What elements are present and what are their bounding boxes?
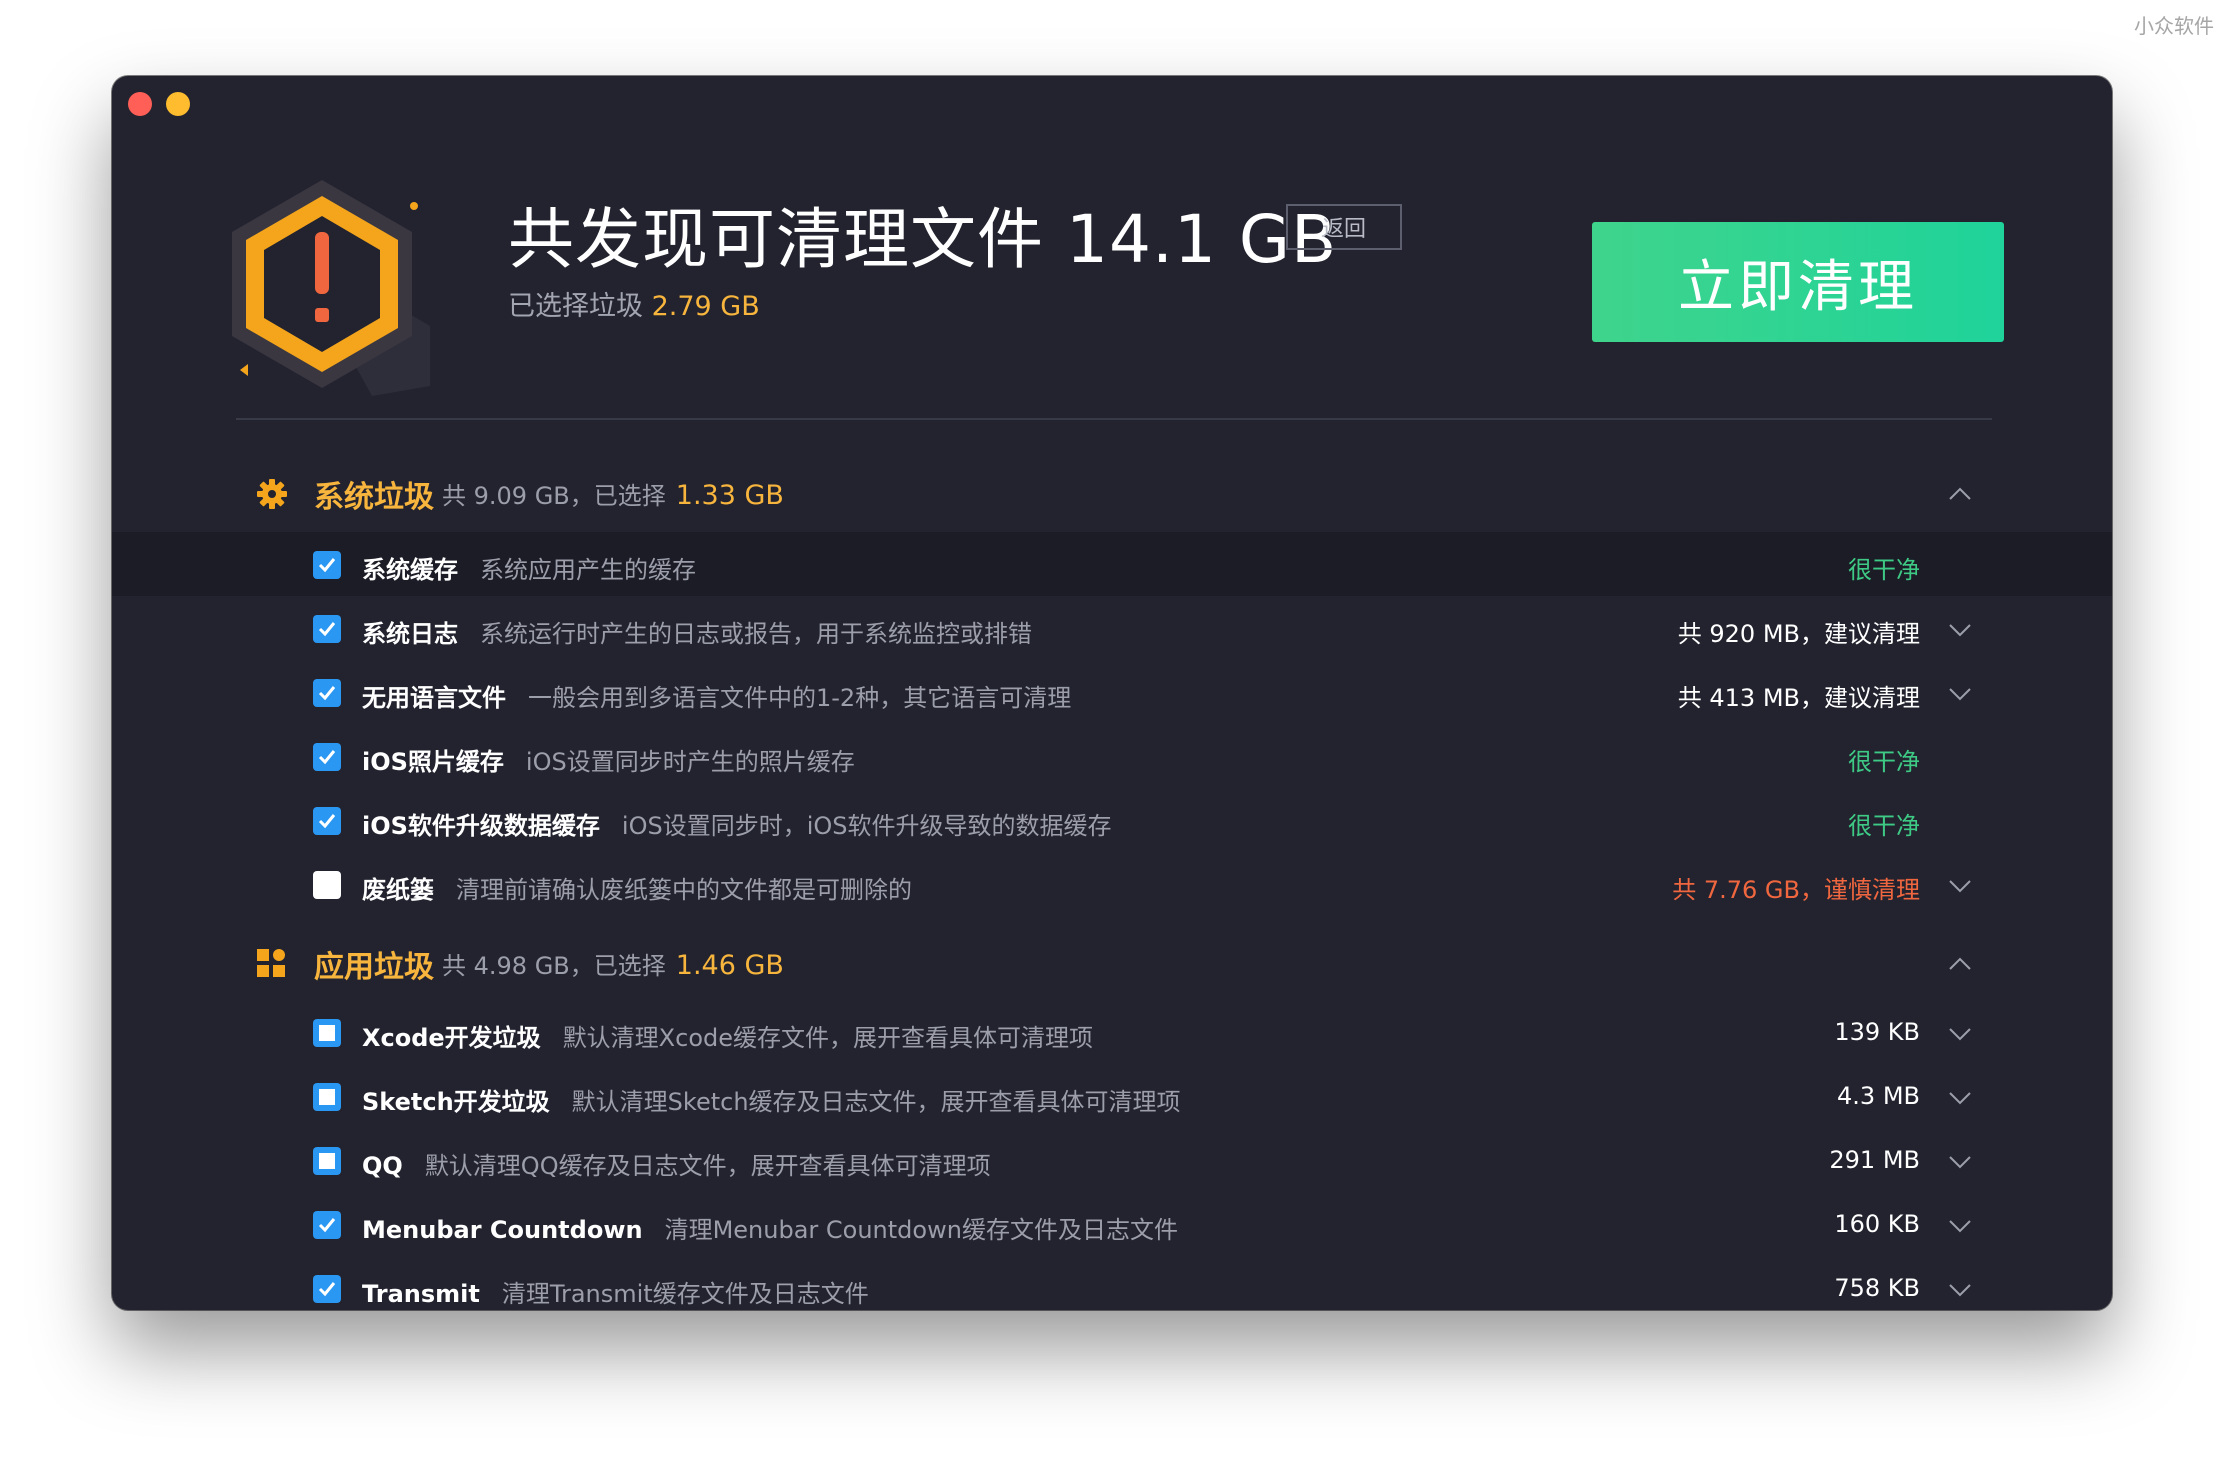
checkbox[interactable] — [313, 743, 341, 771]
section-total: 共 4.98 GB，已选择 — [442, 952, 666, 980]
item-name: iOS照片缓存 — [362, 748, 504, 776]
list-item[interactable]: iOS照片缓存 iOS设置同步时产生的照片缓存 很干净 — [112, 724, 2112, 788]
section-title: 系统垃圾 — [314, 480, 434, 515]
checkbox[interactable] — [313, 1083, 341, 1111]
item-status: 共 413 MB，建议清理 — [1677, 684, 1920, 712]
selected-summary: 已选择垃圾 2.79 GB — [508, 284, 760, 323]
item-size: 139 KB — [1834, 1018, 1920, 1046]
chevron-down-icon[interactable] — [1948, 874, 1972, 898]
checkbox[interactable] — [313, 1019, 341, 1047]
item-name: Xcode开发垃圾 — [362, 1024, 541, 1052]
minimize-window-button[interactable] — [166, 92, 190, 116]
item-description: 清理前请确认废纸篓中的文件都是可删除的 — [456, 876, 912, 904]
list-item[interactable]: 系统日志 系统运行时产生的日志或报告，用于系统监控或排错 共 920 MB，建议清… — [112, 596, 2112, 660]
checkbox[interactable] — [313, 1147, 341, 1175]
item-description: 默认清理Sketch缓存及日志文件，展开查看具体可清理项 — [571, 1088, 1181, 1116]
chevron-down-icon[interactable] — [1948, 1022, 1972, 1046]
item-name: 无用语言文件 — [362, 684, 506, 712]
section-selected-size: 1.46 GB — [675, 950, 784, 981]
selected-summary-value: 2.79 GB — [651, 291, 760, 322]
selected-summary-label: 已选择垃圾 — [508, 291, 643, 322]
list-item[interactable]: Sketch开发垃圾 默认清理Sketch缓存及日志文件，展开查看具体可清理项 4… — [112, 1064, 2112, 1128]
checkbox[interactable] — [313, 1275, 341, 1303]
item-name: 系统日志 — [362, 620, 458, 648]
list-item[interactable]: Xcode开发垃圾 默认清理Xcode缓存文件，展开查看具体可清理项 139 KB — [112, 1000, 2112, 1064]
list-item[interactable]: 系统缓存 系统应用产生的缓存 很干净 — [112, 532, 2112, 596]
item-description: 一般会用到多语言文件中的1-2种，其它语言可清理 — [528, 684, 1072, 712]
watermark: 小众软件 — [2134, 14, 2214, 38]
checkbox[interactable] — [313, 871, 341, 899]
chevron-down-icon[interactable] — [1948, 682, 1972, 706]
list-item[interactable]: 废纸篓 清理前请确认废纸篓中的文件都是可删除的 共 7.76 GB，谨慎清理 — [112, 852, 2112, 916]
item-description: iOS设置同步时，iOS软件升级导致的数据缓存 — [621, 812, 1112, 840]
item-description: 清理Menubar Countdown缓存文件及日志文件 — [664, 1216, 1178, 1244]
chevron-up-icon[interactable] — [1948, 952, 1972, 976]
chevron-down-icon[interactable] — [1948, 1086, 1972, 1110]
checkbox[interactable] — [313, 615, 341, 643]
item-name: Menubar Countdown — [362, 1216, 643, 1244]
checkbox[interactable] — [313, 679, 341, 707]
clean-now-button[interactable]: 立即清理 — [1592, 222, 2004, 342]
item-name: QQ — [362, 1152, 403, 1180]
page-title: 共发现可清理文件 14.1 GB — [508, 201, 1338, 278]
item-description: 系统运行时产生的日志或报告，用于系统监控或排错 — [480, 620, 1032, 648]
checkbox[interactable] — [313, 1211, 341, 1239]
section-selected-size: 1.33 GB — [675, 480, 784, 511]
checkbox[interactable] — [313, 551, 341, 579]
chevron-down-icon[interactable] — [1948, 618, 1972, 642]
item-size: 4.3 MB — [1837, 1082, 1920, 1110]
item-size: 758 KB — [1834, 1274, 1920, 1302]
section-header-system-junk[interactable]: 系统垃圾 共 9.09 GB，已选择 1.33 GB — [112, 456, 2112, 526]
item-name: Sketch开发垃圾 — [362, 1088, 550, 1116]
section-summary: 共 4.98 GB，已选择 1.46 GB — [442, 946, 784, 981]
item-description: iOS设置同步时产生的照片缓存 — [525, 748, 855, 776]
back-button[interactable]: 返回 — [1286, 204, 1402, 250]
header-divider — [236, 418, 1992, 420]
window-controls — [128, 92, 190, 116]
item-name: Transmit — [362, 1280, 480, 1308]
item-status: 很干净 — [1848, 748, 1920, 776]
section-summary: 共 9.09 GB，已选择 1.33 GB — [442, 476, 784, 511]
item-status: 很干净 — [1848, 812, 1920, 840]
list-item[interactable]: QQ 默认清理QQ缓存及日志文件，展开查看具体可清理项 291 MB — [112, 1128, 2112, 1192]
item-name: 系统缓存 — [362, 556, 458, 584]
chevron-down-icon[interactable] — [1948, 1214, 1972, 1238]
list-item[interactable]: Transmit 清理Transmit缓存文件及日志文件 758 KB — [112, 1256, 2112, 1310]
section-header-app-junk[interactable]: 应用垃圾 共 4.98 GB，已选择 1.46 GB — [112, 926, 2112, 996]
item-status: 共 7.76 GB，谨慎清理 — [1672, 876, 1920, 904]
item-description: 默认清理QQ缓存及日志文件，展开查看具体可清理项 — [424, 1152, 991, 1180]
list-item[interactable]: 无用语言文件 一般会用到多语言文件中的1-2种，其它语言可清理 共 413 MB，… — [112, 660, 2112, 724]
chevron-up-icon[interactable] — [1948, 482, 1972, 506]
checkbox[interactable] — [313, 807, 341, 835]
list-item[interactable]: Menubar Countdown 清理Menubar Countdown缓存文件… — [112, 1192, 2112, 1256]
item-description: 系统应用产生的缓存 — [480, 556, 696, 584]
apps-grid-icon — [256, 948, 288, 980]
app-window: 共发现可清理文件 14.1 GB 返回 已选择垃圾 2.79 GB 立即清理 系… — [112, 76, 2112, 1310]
chevron-down-icon[interactable] — [1948, 1278, 1972, 1302]
item-status: 很干净 — [1848, 556, 1920, 584]
item-description: 默认清理Xcode缓存文件，展开查看具体可清理项 — [562, 1024, 1094, 1052]
item-size: 160 KB — [1834, 1210, 1920, 1238]
item-name: iOS软件升级数据缓存 — [362, 812, 600, 840]
list-item[interactable]: iOS软件升级数据缓存 iOS设置同步时，iOS软件升级导致的数据缓存 很干净 — [112, 788, 2112, 852]
warning-hexagon-icon — [232, 166, 452, 396]
section-total: 共 9.09 GB，已选择 — [442, 482, 666, 510]
chevron-down-icon[interactable] — [1948, 1150, 1972, 1174]
item-description: 清理Transmit缓存文件及日志文件 — [501, 1280, 869, 1308]
item-name: 废纸篓 — [362, 876, 434, 904]
item-status: 共 920 MB，建议清理 — [1677, 620, 1920, 648]
section-title: 应用垃圾 — [314, 950, 434, 985]
gear-icon — [256, 478, 288, 510]
item-size: 291 MB — [1829, 1146, 1920, 1174]
close-window-button[interactable] — [128, 92, 152, 116]
